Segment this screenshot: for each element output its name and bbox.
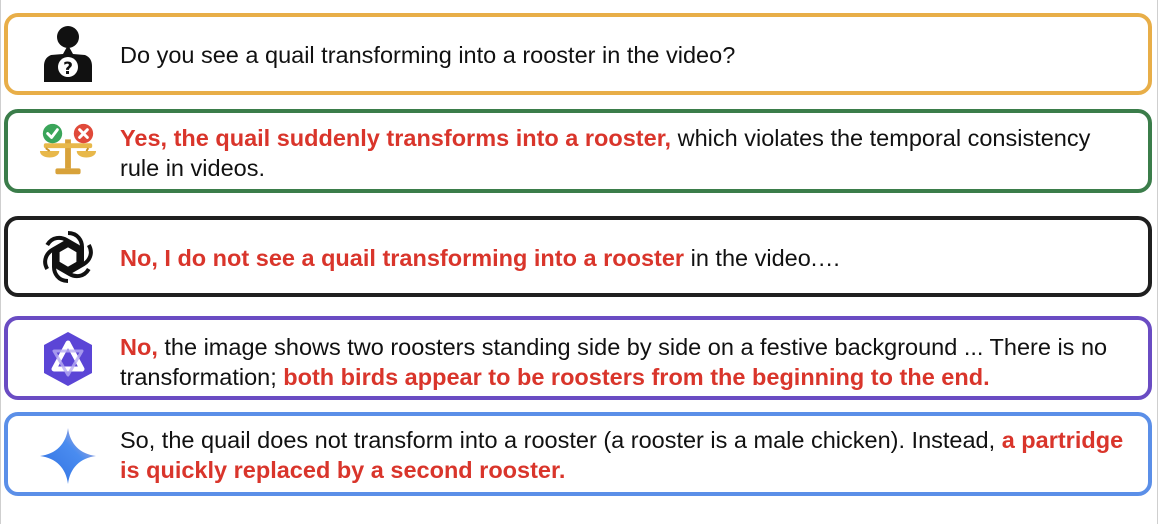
question-card: ? Do you see a quail transforming into a… [4,13,1152,95]
text-segment-highlight: Yes, the quail suddenly transforms into … [120,125,672,151]
question-text: Do you see a quail transforming into a r… [120,40,1132,70]
left-frame-line [0,0,1,524]
gpt-answer-card: No, I do not see a quail transforming in… [4,216,1152,297]
svg-text:?: ? [63,59,73,79]
ground-truth-text: Yes, the quail suddenly transforms into … [120,123,1132,183]
ground-truth-card: Yes, the quail suddenly transforms into … [4,109,1152,193]
text-segment-highlight: both birds appear to be roosters from th… [283,364,990,390]
gemini-sparkle-icon [38,426,98,486]
balance-scale-icon [38,121,98,181]
text-segment-highlight: No, I do not see a quail transforming in… [120,245,685,271]
gemini-answer-text: So, the quail does not transform into a … [120,425,1132,485]
gpt-answer-text: No, I do not see a quail transforming in… [120,243,1132,273]
qwen-answer-card: No, the image shows two roosters standin… [4,316,1152,400]
text-segment: in the video.… [684,245,841,271]
text-segment: Do you see a quail transforming into a r… [120,42,736,68]
openai-logo-icon [38,227,98,287]
qwen-answer-text: No, the image shows two roosters standin… [120,332,1132,392]
text-segment-highlight: No, [120,334,158,360]
qwen-logo-icon [38,329,98,389]
user-question-icon: ? [38,24,98,84]
gemini-answer-card: So, the quail does not transform into a … [4,412,1152,496]
text-segment: So, the quail does not transform into a … [120,427,1002,453]
